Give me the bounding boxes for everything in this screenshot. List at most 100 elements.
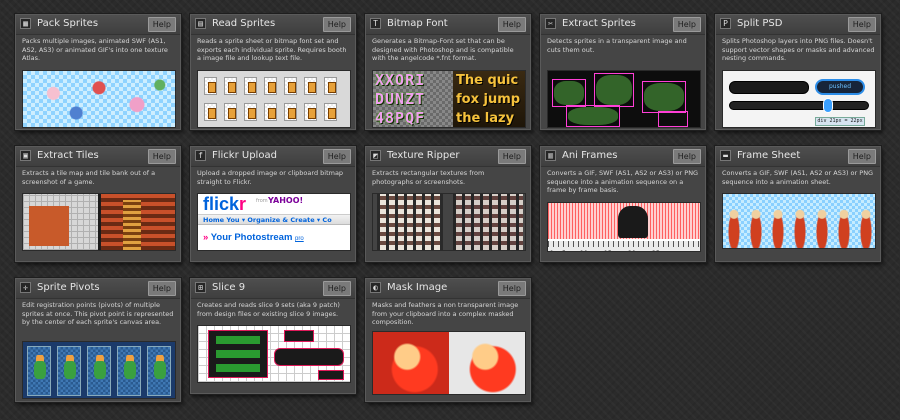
thumbnail-slice-9 (197, 325, 351, 383)
card-title: Read Sprites (212, 18, 276, 29)
ruler-tick-label: 5 (562, 250, 566, 251)
thumbnail-read-sprites (197, 70, 351, 128)
psd-pushed-button-preview: pushed (815, 79, 865, 95)
card-header: ▦ Pack Sprites Help (16, 15, 180, 35)
split-psd-icon: P (720, 18, 731, 29)
ruler-tick-label: 15 (604, 250, 612, 251)
thumbnail-split-psd: pushed div 21px = 22px (722, 70, 876, 128)
card-description: Packs multiple images, animated SWF (AS1… (22, 37, 168, 63)
card-description: Reads a sprite sheet or bitmap font set … (197, 37, 347, 63)
card-description: Converts a GIF, SWF (AS1, AS2 or AS3) or… (547, 169, 699, 195)
thumbnail-pack-sprites (22, 70, 176, 128)
card-description: Extracts rectangular textures from photo… (372, 169, 485, 186)
card-header: T Bitmap Font Help (366, 15, 530, 35)
flickr-upload-icon: f (195, 150, 206, 161)
card-slice-9[interactable]: ⊞ Slice 9 Help Creates and reads slice 9… (190, 278, 356, 394)
help-button[interactable]: Help (847, 17, 876, 32)
bitmap-font-sample-glyphs: XXORI DUNZT 48PQF (373, 71, 453, 127)
card-pack-sprites[interactable]: ▦ Pack Sprites Help Packs multiple image… (15, 14, 181, 130)
card-header: P Split PSD Help (716, 15, 880, 35)
card-title: Extract Tiles (37, 150, 99, 161)
card-description: Extracts a tile map and tile bank out of… (22, 169, 156, 186)
card-header: ◩ Texture Ripper Help (366, 147, 530, 167)
help-button[interactable]: Help (497, 281, 526, 296)
psd-readout-preview: div 21px = 22px (815, 117, 865, 126)
card-header: ▥ Ani Frames Help (541, 147, 705, 167)
card-split-psd[interactable]: P Split PSD Help Splits Photoshop layers… (715, 14, 881, 130)
card-description: Edit registration points (pivots) of mul… (22, 301, 174, 327)
card-header: ✛ Sprite Pivots Help (16, 279, 180, 299)
card-description: Generates a Bitmap-Font set that can be … (372, 37, 514, 63)
card-title: Texture Ripper (387, 150, 460, 161)
mask-image-icon: ◐ (370, 282, 381, 293)
card-title: Extract Sprites (562, 18, 636, 29)
thumbnail-frame-sheet (722, 193, 876, 249)
help-button[interactable]: Help (497, 149, 526, 164)
thumbnail-texture-ripper (372, 193, 526, 251)
card-read-sprites[interactable]: ▤ Read Sprites Help Reads a sprite sheet… (190, 14, 356, 130)
card-title: Sprite Pivots (37, 282, 100, 293)
help-button[interactable]: Help (322, 149, 351, 164)
card-header: ◐ Mask Image Help (366, 279, 530, 299)
frame-sheet-icon: ▬ (720, 150, 731, 161)
pack-sprites-icon: ▦ (20, 18, 31, 29)
ruler-tick-label: 10 (580, 250, 588, 251)
thumbnail-flickr-upload: flickr from YAHOO! Home You ▾ Organize &… (197, 193, 351, 251)
help-button[interactable]: Help (147, 149, 176, 164)
thumbnail-ani-frames: 1 5 10 15 20 25 (547, 202, 701, 252)
card-mask-image[interactable]: ◐ Mask Image Help Masks and feathers a n… (365, 278, 531, 402)
card-title: Slice 9 (212, 282, 246, 293)
frame-ruler: 1 5 10 15 20 25 (548, 241, 700, 251)
thumbnail-mask-image (372, 331, 526, 395)
card-header: f Flickr Upload Help (191, 147, 355, 167)
card-flickr-upload[interactable]: f Flickr Upload Help Upload a dropped im… (190, 146, 356, 262)
help-button[interactable]: Help (847, 149, 876, 164)
help-button[interactable]: Help (497, 17, 526, 32)
flickr-nav-bar: Home You ▾ Organize & Create ▾ Co (198, 214, 350, 225)
card-title: Split PSD (737, 18, 783, 29)
help-button[interactable]: Help (147, 281, 176, 296)
flickr-photostream-heading: » Your Photostream pro (203, 232, 304, 243)
card-bitmap-font[interactable]: T Bitmap Font Help Generates a Bitmap-Fo… (365, 14, 531, 130)
sprite-pivots-icon: ✛ (20, 282, 31, 293)
card-header: ✂ Extract Sprites Help (541, 15, 705, 35)
card-title: Mask Image (387, 282, 448, 293)
ruler-tick-label: 25 (652, 250, 660, 251)
help-button[interactable]: Help (672, 149, 701, 164)
card-sprite-pivots[interactable]: ✛ Sprite Pivots Help Edit registration p… (15, 278, 181, 402)
help-button[interactable]: Help (322, 281, 351, 296)
card-header: ▣ Extract Tiles Help (16, 147, 180, 167)
card-title: Ani Frames (562, 150, 618, 161)
yahoo-logo: YAHOO! (268, 196, 304, 205)
extract-sprites-icon: ✂ (545, 18, 556, 29)
card-description: Upload a dropped image or clipboard bitm… (197, 169, 344, 186)
slice-9-icon: ⊞ (195, 282, 206, 293)
thumbnail-bitmap-font: XXORI DUNZT 48PQF The quic fox jump the … (372, 70, 526, 128)
bitmap-font-icon: T (370, 18, 381, 29)
card-extract-tiles[interactable]: ▣ Extract Tiles Help Extracts a tile map… (15, 146, 181, 262)
card-ani-frames[interactable]: ▥ Ani Frames Help Converts a GIF, SWF (A… (540, 146, 706, 262)
card-extract-sprites[interactable]: ✂ Extract Sprites Help Detects sprites i… (540, 14, 706, 130)
extract-tiles-icon: ▣ (20, 150, 31, 161)
card-description: Splits Photoshop layers into PNG files. … (722, 37, 875, 63)
flickr-from-label: from (256, 198, 268, 204)
help-button[interactable]: Help (147, 17, 176, 32)
card-description: Creates and reads slice 9 sets (aka 9 pa… (197, 301, 340, 318)
help-button[interactable]: Help (322, 17, 351, 32)
card-header: ⊞ Slice 9 Help (191, 279, 355, 299)
card-description: Detects sprites in a transparent image a… (547, 37, 687, 54)
thumbnail-extract-sprites (547, 70, 701, 128)
card-frame-sheet[interactable]: ▬ Frame Sheet Help Converts a GIF, SWF (… (715, 146, 881, 262)
read-sprites-icon: ▤ (195, 18, 206, 29)
card-title: Bitmap Font (387, 18, 448, 29)
flickr-photostream-label: Your Photostream (210, 232, 293, 243)
help-button[interactable]: Help (672, 17, 701, 32)
ruler-tick-label: 20 (628, 250, 636, 251)
card-description: Masks and feathers a non transparent ima… (372, 301, 519, 327)
card-title: Pack Sprites (37, 18, 99, 29)
thumbnail-sprite-pivots (22, 341, 176, 399)
ruler-tick-label: 1 (550, 250, 554, 251)
card-description: Converts a GIF, SWF (AS1, AS2 or AS3) or… (722, 169, 874, 186)
card-texture-ripper[interactable]: ◩ Texture Ripper Help Extracts rectangul… (365, 146, 531, 262)
card-title: Frame Sheet (737, 150, 801, 161)
